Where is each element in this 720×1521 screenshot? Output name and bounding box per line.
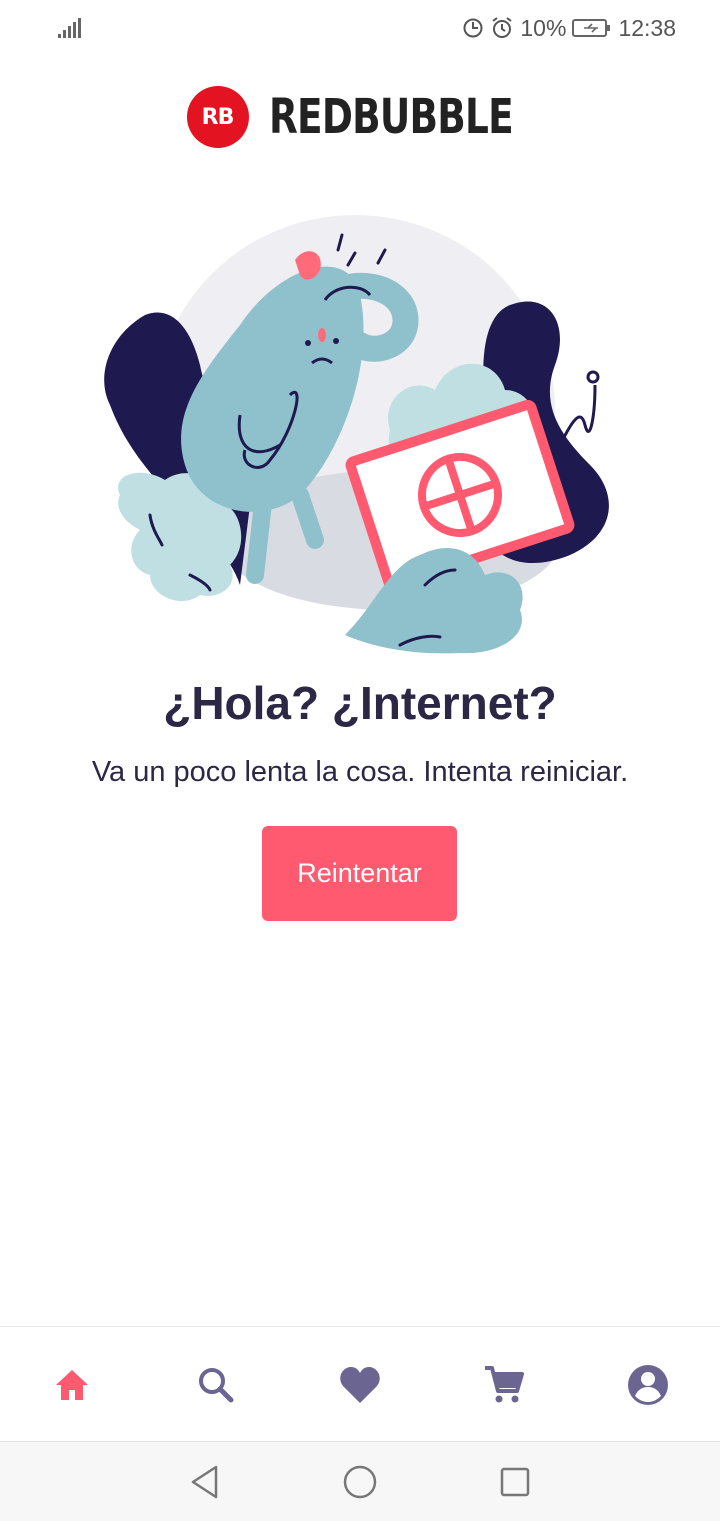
status-bar: 10% 12:38 bbox=[0, 0, 720, 56]
nav-home[interactable] bbox=[32, 1345, 112, 1425]
battery-charging-icon bbox=[572, 19, 611, 37]
system-navigation-bar bbox=[0, 1441, 720, 1521]
nav-search[interactable] bbox=[176, 1345, 256, 1425]
error-message: Va un poco lenta la cosa. Intenta reinic… bbox=[91, 756, 629, 788]
bottom-navigation bbox=[0, 1326, 720, 1442]
alarm-icon bbox=[492, 17, 512, 38]
search-icon bbox=[199, 1367, 234, 1402]
retry-button[interactable]: Reintentar bbox=[262, 826, 457, 921]
nav-favorites[interactable] bbox=[320, 1345, 400, 1425]
signal-icon bbox=[58, 18, 81, 38]
recents-square-icon bbox=[500, 1467, 530, 1496]
battery-percent: 10% bbox=[520, 14, 567, 41]
nav-account[interactable] bbox=[608, 1345, 688, 1425]
cart-icon bbox=[485, 1365, 524, 1402]
data-saver-icon bbox=[463, 18, 483, 38]
back-button[interactable] bbox=[180, 1457, 230, 1507]
account-icon bbox=[628, 1364, 668, 1405]
home-icon bbox=[56, 1369, 88, 1400]
clock: 12:38 bbox=[618, 14, 676, 41]
back-triangle-icon bbox=[191, 1465, 218, 1498]
error-title: ¿Hola? ¿Internet? bbox=[163, 677, 557, 729]
home-system-button[interactable] bbox=[335, 1457, 385, 1507]
nav-cart[interactable] bbox=[464, 1345, 544, 1425]
offline-illustration bbox=[104, 215, 609, 654]
recents-button[interactable] bbox=[490, 1457, 540, 1507]
home-circle-icon bbox=[343, 1465, 377, 1498]
brand-logo: RB REDBUBBLE bbox=[0, 86, 720, 148]
logo-mark: RB bbox=[186, 86, 249, 148]
logo-wordmark: REDBUBBLE bbox=[268, 89, 514, 145]
heart-icon bbox=[340, 1366, 380, 1403]
